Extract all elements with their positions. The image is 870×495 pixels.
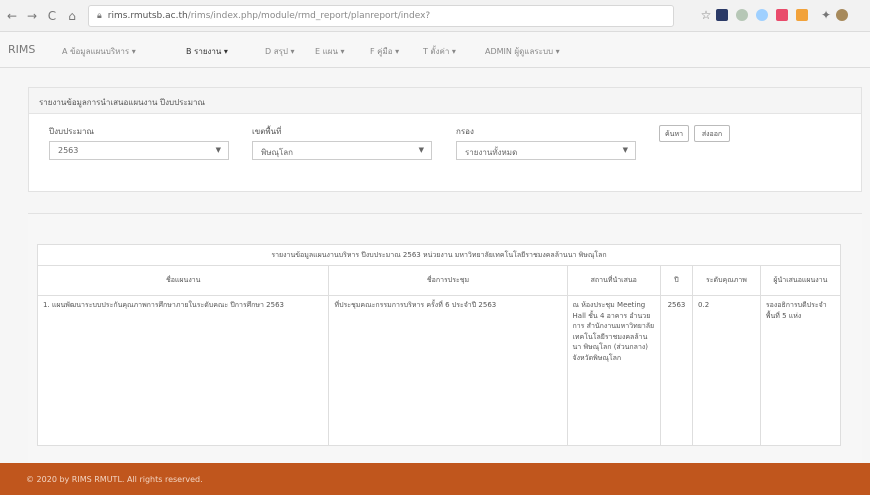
avatar[interactable]: [836, 9, 848, 21]
column-header: สถานที่นำเสนอ: [566, 265, 661, 296]
filter-select[interactable]: รายงานทั้งหมด ▼: [456, 141, 636, 160]
column-header: ผู้นำเสนอแผนงาน: [759, 265, 842, 296]
column-header: ปี: [659, 265, 694, 296]
search-button[interactable]: ค้นหา: [659, 125, 689, 142]
filter-label: กรอง: [456, 127, 474, 136]
year-select[interactable]: 2563 ▼: [49, 141, 229, 160]
footer-copyright: © 2020 by RIMS RMUTL. All rights reserve…: [26, 475, 203, 484]
menu-item-report[interactable]: B รายงาน ▾: [186, 45, 228, 58]
table-row: 1. แผนพัฒนาระบบประกันคุณภาพการศึกษาภายใน…: [36, 295, 842, 446]
puzzle-icon[interactable]: ✦: [818, 8, 834, 22]
year-cell: 2563: [659, 295, 694, 446]
extension-icon[interactable]: [736, 9, 748, 21]
year-label: ปีงบประมาณ: [49, 127, 94, 136]
menu-item-plan[interactable]: E แผน ▾: [315, 45, 344, 58]
plan-cell: 1. แผนพัฒนาระบบประกันคุณภาพการศึกษาภายใน…: [36, 295, 330, 446]
column-header: ชื่อแผนงาน: [36, 265, 330, 296]
url-path: /rims/index.php/module/rmd_report/planre…: [187, 11, 431, 21]
app-navbar: RIMS A ข้อมูลแผนบริหาร ▾ B รายงาน ▾ D สร…: [0, 32, 870, 68]
extension-icon[interactable]: [776, 9, 788, 21]
presenter-cell: รองอธิการบดีประจำพื้นที่ 5 แห่ง: [759, 295, 842, 446]
menu-item-settings[interactable]: T ตั้งค่า ▾: [423, 45, 456, 58]
browser-toolbar: ← → C ⌂ 🔒︎ rims.rmutsb.ac.th /rims/index…: [0, 0, 870, 32]
menu-item-summary[interactable]: D สรุป ▾: [265, 45, 295, 58]
menu-item-manual[interactable]: F คู่มือ ▾: [370, 45, 399, 58]
chevron-down-icon: ▼: [418, 146, 424, 154]
chevron-down-icon: ▼: [215, 146, 221, 154]
home-icon[interactable]: ⌂: [64, 9, 80, 23]
url-host: rims.rmutsb.ac.th: [107, 11, 188, 21]
column-header: ระดับคุณภาพ: [692, 265, 761, 296]
table-caption: รายงานข้อมูลแผนงานบริหาร ปีงบประมาณ 2563…: [37, 244, 841, 266]
panel-title: รายงานข้อมูลการนำเสนอแผนงาน ปีงบประมาณ: [29, 88, 861, 114]
filter-value: รายงานทั้งหมด: [465, 148, 518, 157]
column-header: ชื่อการประชุม: [328, 265, 568, 296]
area-value: พิษณุโลก: [261, 148, 294, 157]
extension-icon[interactable]: [756, 9, 768, 21]
forward-icon[interactable]: →: [24, 9, 40, 23]
lock-icon: 🔒︎: [97, 11, 102, 21]
search-panel: รายงานข้อมูลการนำเสนอแผนงาน ปีงบประมาณ ป…: [28, 87, 862, 192]
chevron-down-icon: ▼: [622, 146, 628, 154]
meeting-cell: ที่ประชุมคณะกรรมการบริหาร ครั้งที่ 6 ประ…: [328, 295, 568, 446]
footer: © 2020 by RIMS RMUTL. All rights reserve…: [0, 463, 870, 495]
place-cell: ณ ห้องประชุม Meeting Hall ชั้น 4 อาคาร อ…: [566, 295, 661, 446]
report-table: รายงานข้อมูลแผนงานบริหาร ปีงบประมาณ 2563…: [36, 244, 842, 446]
back-icon[interactable]: ←: [4, 9, 20, 23]
brand[interactable]: RIMS: [8, 43, 35, 56]
star-icon[interactable]: ☆: [698, 8, 714, 22]
level-cell: 0.2: [692, 295, 761, 446]
area-label: เขตพื้นที่: [252, 127, 282, 136]
address-bar[interactable]: 🔒︎ rims.rmutsb.ac.th /rims/index.php/mod…: [88, 5, 674, 27]
menu-item-data[interactable]: A ข้อมูลแผนบริหาร ▾: [62, 45, 136, 58]
menu-item-admin[interactable]: ADMIN ผู้ดูแลระบบ ▾: [485, 45, 560, 58]
area-select[interactable]: พิษณุโลก ▼: [252, 141, 432, 160]
extension-icon[interactable]: [716, 9, 728, 21]
year-value: 2563: [58, 146, 79, 155]
extension-icon[interactable]: [796, 9, 808, 21]
export-button[interactable]: ส่งออก: [694, 125, 730, 142]
reload-icon[interactable]: C: [44, 9, 60, 23]
